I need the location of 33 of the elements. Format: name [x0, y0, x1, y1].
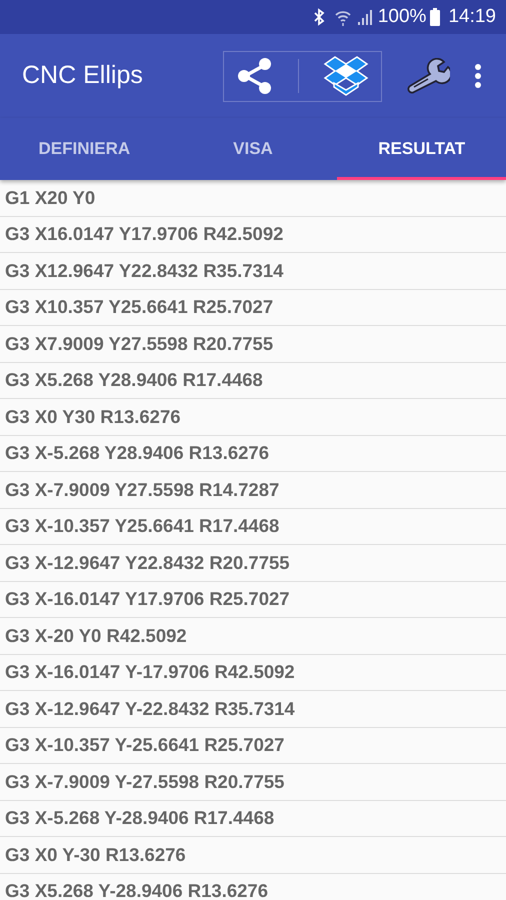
gcode-line: G3 X-20 Y0 R42.5092	[0, 618, 506, 654]
gcode-line: G3 X0 Y30 R13.6276	[0, 399, 506, 436]
gcode-line: G3 X0 Y-30 R13.6276	[0, 837, 506, 874]
gcode-line: G3 X-16.0147 Y-17.9706 R42.5092	[0, 654, 506, 691]
gcode-line: G3 X-16.0147 Y17.9706 R25.7027	[0, 582, 506, 618]
tab[interactable]: DEFINIERA	[0, 118, 169, 180]
gcode-line: G3 X-10.357 Y25.6641 R17.4468	[0, 508, 506, 545]
signal-icon	[356, 8, 374, 26]
gcode-line: G3 X-12.9647 Y22.8432 R20.7755	[0, 545, 506, 582]
gcode-line: G3 X-12.9647 Y-22.8432 R35.7314	[0, 691, 506, 728]
gcode-line: G3 X5.268 Y-28.9406 R13.6276	[0, 874, 506, 900]
battery-icon	[430, 8, 440, 26]
gcode-line: G3 X-7.9009 Y-27.5598 R20.7755	[0, 764, 506, 800]
bluetooth-icon	[312, 8, 326, 26]
gcode-line: G3 X-7.9009 Y27.5598 R14.7287	[0, 472, 506, 508]
gcode-line: G3 X5.268 Y28.9406 R17.4468	[0, 362, 506, 399]
gcode-line: G3 X-5.268 Y28.9406 R13.6276	[0, 436, 506, 472]
menu-icon[interactable]	[474, 63, 482, 89]
gcode-line: G3 X10.357 Y25.6641 R25.7027	[0, 290, 506, 326]
gcode-line: G3 X7.9009 Y27.5598 R20.7755	[0, 326, 506, 362]
wrench-icon[interactable]	[406, 58, 450, 94]
gcode-line: G3 X-10.357 Y-25.6641 R25.7027	[0, 728, 506, 764]
gcode-line: G3 X12.9647 Y22.8432 R35.7314	[0, 253, 506, 290]
battery-level: 100%	[378, 4, 426, 29]
clock: 14:19	[448, 4, 496, 29]
tab[interactable]: RESULTAT	[337, 118, 506, 180]
tab[interactable]: VISA	[168, 118, 338, 180]
gcode-line: G1 X20 Y0	[0, 180, 506, 216]
gcode-line: G3 X16.0147 Y17.9706 R42.5092	[0, 216, 506, 253]
app-title: CNC Ellips	[22, 60, 144, 92]
box-icon[interactable]	[323, 55, 369, 97]
gcode-line: G3 X-5.268 Y-28.9406 R17.4468	[0, 800, 506, 837]
share-icon[interactable]	[236, 57, 274, 95]
